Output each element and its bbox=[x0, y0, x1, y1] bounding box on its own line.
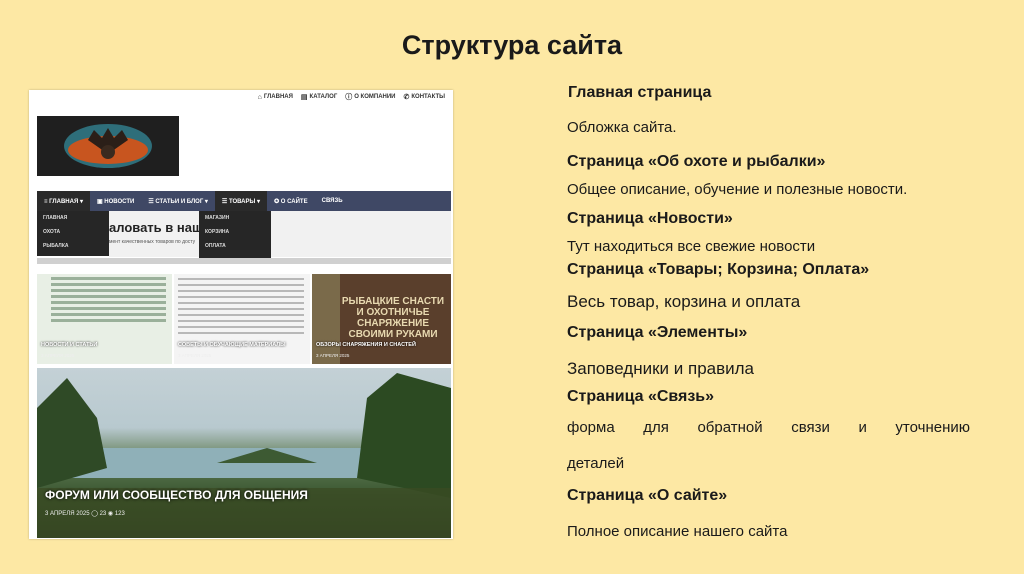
elements-page-title: Страница «Элементы» bbox=[567, 324, 748, 341]
about-page-title: Страница «О сайте» bbox=[567, 487, 728, 504]
site-logo[interactable] bbox=[37, 116, 179, 176]
dropdown-item[interactable]: МАГАЗИН bbox=[199, 211, 271, 225]
hunt-page-title: Страница «Об охоте и рыбалки» bbox=[567, 153, 826, 170]
deer-logo-icon bbox=[64, 124, 152, 168]
topnav-contacts[interactable]: ✆ КОНТАКТЫ bbox=[403, 92, 445, 102]
news-page-desc: Тут находиться все свежие новости bbox=[567, 238, 816, 255]
card-gear[interactable]: РЫБАЦКИЕ СНАСТИ И ОХОТНИЧЬЕ СНАРЯЖЕНИЕ С… bbox=[312, 274, 451, 364]
news-page-title: Страница «Новости» bbox=[567, 210, 733, 227]
nav-main[interactable]: ≡ ГЛАВНАЯ ▾ bbox=[37, 191, 90, 211]
divider-strip bbox=[37, 258, 451, 264]
topnav-home[interactable]: ⌂ ГЛАВНАЯ bbox=[258, 92, 293, 102]
card-date: 3 АПРЕЛЯ 2025 bbox=[41, 353, 75, 358]
dropdown-item[interactable]: ГЛАВНАЯ bbox=[37, 211, 109, 225]
contact-page-desc: форма для обратной связи и уточнению bbox=[567, 419, 970, 436]
phone-icon: ✆ bbox=[403, 94, 410, 101]
elements-page-desc: Заповедники и правила bbox=[567, 359, 754, 378]
forum-title: ФОРУМ ИЛИ СООБЩЕСТВО ДЛЯ ОБЩЕНИЯ bbox=[45, 488, 308, 502]
card-date: 3 АПРЕЛЯ 2025 bbox=[178, 353, 212, 358]
dropdown-item[interactable]: ОПЛАТА bbox=[199, 239, 271, 253]
dropdown-item[interactable]: РЫБАЛКА bbox=[37, 239, 109, 253]
nav-about[interactable]: ✪ О САЙТЕ bbox=[267, 191, 315, 211]
card-label: ОБЗОРЫ СНАРЯЖЕНИЯ И СНАСТЕЙ bbox=[316, 342, 416, 348]
card-tips[interactable]: СОВЕТЫ И ОБУЧАЮЩИЕ МАТЕРИАЛЫ 3 АПРЕЛЯ 20… bbox=[174, 274, 310, 364]
hunt-page-desc: Общее описание, обучение и полезные ново… bbox=[567, 181, 908, 198]
topnav-catalog[interactable]: ▤ КАТАЛОГ bbox=[301, 92, 337, 102]
goods-page-title: Страница «Товары; Корзина; Оплата» bbox=[567, 261, 870, 278]
forum-meta: 3 АПРЕЛЯ 2025 ◯ 23 ◉ 123 bbox=[45, 511, 125, 517]
cart-icon: ▤ bbox=[300, 94, 308, 101]
dropdown-item[interactable]: КОРЗИНА bbox=[199, 225, 271, 239]
forum-hero[interactable]: ФОРУМ ИЛИ СООБЩЕСТВО ДЛЯ ОБЩЕНИЯ 3 АПРЕЛ… bbox=[37, 368, 451, 538]
about-page-desc: Полное описание нашего сайта bbox=[567, 523, 788, 540]
welcome-banner: аловать в наш магазин! мент качественных… bbox=[109, 211, 451, 257]
card-label: НОВОСТИ И СТАТЬИ bbox=[41, 342, 98, 348]
dropdown-main: ГЛАВНАЯ ОХОТА РЫБАЛКА bbox=[37, 211, 109, 256]
banner-subtitle: мент качественных товаров по досту bbox=[109, 239, 196, 245]
card-label: СОВЕТЫ И ОБУЧАЮЩИЕ МАТЕРИАЛЫ bbox=[178, 342, 286, 348]
nav-contact[interactable]: СВЯЗЬ bbox=[315, 191, 350, 211]
goods-page-desc: Весь товар, корзина и оплата bbox=[567, 292, 801, 311]
dropdown-item[interactable]: ОХОТА bbox=[37, 225, 109, 239]
top-nav: ⌂ ГЛАВНАЯ ▤ КАТАЛОГ ⓘ О КОМПАНИИ ✆ КОНТАКТЫ bbox=[258, 92, 445, 102]
slide-title: Структура сайта bbox=[401, 30, 623, 60]
contact-page-title: Страница «Связь» bbox=[567, 388, 715, 405]
website-screenshot: ⌂ ГЛАВНАЯ ▤ КАТАЛОГ ⓘ О КОМПАНИИ ✆ КОНТАКТЫ … bbox=[29, 90, 453, 539]
nav-articles[interactable]: ☰ СТАТЬИ И БЛОГ ▾ bbox=[141, 191, 215, 211]
info-icon: ⓘ bbox=[345, 94, 353, 101]
tools-image bbox=[312, 274, 340, 364]
dropdown-goods: МАГАЗИН КОРЗИНА ОПЛАТА bbox=[199, 211, 271, 259]
contact-page-desc-cont: деталей bbox=[567, 455, 625, 472]
main-nav: ≡ ГЛАВНАЯ ▾ ▣ НОВОСТИ ☰ СТАТЬИ И БЛОГ ▾ … bbox=[37, 191, 451, 211]
card-date: 3 АПРЕЛЯ 2025 bbox=[316, 353, 350, 358]
nav-news[interactable]: ▣ НОВОСТИ bbox=[90, 191, 141, 211]
main-page-title: Главная страница bbox=[568, 84, 712, 101]
topnav-about[interactable]: ⓘ О КОМПАНИИ bbox=[345, 92, 395, 102]
card-news[interactable]: НОВОСТИ И СТАТЬИ 3 АПРЕЛЯ 2025 bbox=[37, 274, 172, 364]
home-icon: ⌂ bbox=[257, 93, 262, 101]
card-gear-title: РЫБАЦКИЕ СНАСТИ И ОХОТНИЧЬЕ СНАРЯЖЕНИЕ С… bbox=[341, 296, 445, 340]
main-page-desc: Обложка сайта. bbox=[567, 119, 677, 136]
nav-goods[interactable]: ☰ ТОВАРЫ ▾ bbox=[214, 191, 268, 211]
